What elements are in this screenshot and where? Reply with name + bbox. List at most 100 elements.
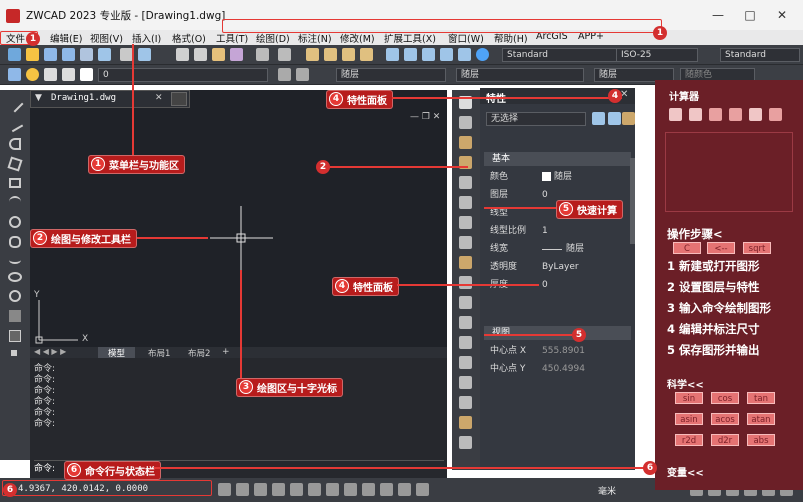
scale-icon[interactable]	[459, 236, 472, 249]
copy-icon[interactable]	[194, 48, 207, 61]
calc-asin-button[interactable]: asin	[675, 413, 703, 425]
close-tab-icon[interactable]: ✕	[155, 93, 163, 103]
trim-icon[interactable]	[459, 276, 472, 289]
section-basic[interactable]: 基本	[484, 152, 631, 166]
prop-row-center-x[interactable]: 中心点 X 555.8901	[484, 342, 631, 360]
calc-backspace-button[interactable]: <--	[707, 242, 735, 254]
zoom-realtime-icon[interactable]	[324, 48, 337, 61]
rotate-icon[interactable]	[459, 216, 472, 229]
calc-distance-icon[interactable]	[729, 108, 742, 121]
menu-tools[interactable]: 工具(T)	[216, 31, 248, 45]
properties-scrollbar[interactable]	[630, 158, 635, 244]
calc-c-button[interactable]: C	[673, 242, 701, 254]
tab-nav-icons[interactable]: ◀ ◀ ▶ ▶	[34, 347, 66, 356]
chamfer-icon[interactable]	[459, 356, 472, 369]
help-icon[interactable]	[476, 48, 489, 61]
layer-previous-icon[interactable]	[296, 68, 309, 81]
prop-row-transparency[interactable]: 透明度 ByLayer	[484, 258, 631, 276]
polyline-icon[interactable]	[9, 138, 21, 150]
rectangle-icon[interactable]	[9, 178, 21, 188]
new-tab-icon[interactable]	[171, 92, 187, 106]
color-combo[interactable]: 随层	[336, 68, 446, 82]
polar-icon[interactable]	[272, 483, 285, 496]
dim-style-combo[interactable]: ISO-25	[616, 48, 698, 62]
pan-icon[interactable]	[306, 48, 319, 61]
prop-row-color[interactable]: 颜色 随层	[484, 168, 631, 186]
layer-on-icon[interactable]	[26, 68, 39, 81]
copy-object-icon[interactable]	[459, 116, 472, 129]
make-block-icon[interactable]	[9, 330, 21, 342]
grid-icon[interactable]	[236, 483, 249, 496]
calc-r2d-button[interactable]: r2d	[675, 434, 703, 446]
calc-clear-icon[interactable]	[669, 108, 682, 121]
cut-icon[interactable]	[176, 48, 189, 61]
save-as-icon[interactable]	[62, 48, 75, 61]
add-layout-button[interactable]: +	[222, 347, 230, 357]
lengthen-icon[interactable]	[459, 436, 472, 449]
join-icon[interactable]	[459, 336, 472, 349]
ducs-icon[interactable]	[326, 483, 339, 496]
menu-arrow-icon[interactable]: ▼	[35, 93, 42, 103]
open-folder-icon[interactable]	[26, 48, 39, 61]
explode-icon[interactable]	[459, 396, 472, 409]
calc-get-coords-icon[interactable]	[709, 108, 722, 121]
break-icon[interactable]	[459, 316, 472, 329]
tpy-icon[interactable]	[380, 483, 393, 496]
arc-icon[interactable]	[9, 196, 21, 208]
menu-help[interactable]: 帮助(H)	[494, 31, 528, 45]
dyn-icon[interactable]	[344, 483, 357, 496]
design-center-icon[interactable]	[404, 48, 417, 61]
calc-sqrt-button[interactable]: sqrt	[743, 242, 771, 254]
zoom-previous-icon[interactable]	[360, 48, 373, 61]
paste-icon[interactable]	[212, 48, 225, 61]
array-icon[interactable]	[459, 176, 472, 189]
ellipse-arc-icon[interactable]	[9, 290, 21, 302]
calc-cos-button[interactable]: cos	[711, 392, 739, 404]
redo-icon[interactable]	[278, 48, 291, 61]
undo-icon[interactable]	[256, 48, 269, 61]
print-icon[interactable]	[80, 48, 93, 61]
layer-manager-icon[interactable]	[8, 68, 21, 81]
ellipse-icon[interactable]	[8, 272, 22, 282]
calc-atan-button[interactable]: atan	[747, 413, 775, 425]
construction-line-icon[interactable]	[6, 115, 24, 133]
calc-angle-icon[interactable]	[749, 108, 762, 121]
menu-modify[interactable]: 修改(M)	[340, 31, 375, 45]
menu-draw[interactable]: 绘图(D)	[256, 31, 290, 45]
menu-format[interactable]: 格式(O)	[172, 31, 206, 45]
revision-cloud-icon[interactable]	[9, 236, 21, 248]
make-current-layer-icon[interactable]	[278, 68, 291, 81]
menu-view[interactable]: 视图(V)	[90, 31, 123, 45]
new-file-icon[interactable]	[8, 48, 21, 61]
menu-insert[interactable]: 插入(I)	[132, 31, 161, 45]
layer-combo[interactable]: 0	[98, 68, 268, 82]
save-icon[interactable]	[44, 48, 57, 61]
calc-acos-button[interactable]: acos	[711, 413, 739, 425]
markup-icon[interactable]	[440, 48, 453, 61]
prop-row-ltscale[interactable]: 线型比例 1	[484, 222, 631, 240]
spline-icon[interactable]	[9, 256, 21, 264]
menu-dimension[interactable]: 标注(N)	[298, 31, 332, 45]
stretch-icon[interactable]	[459, 256, 472, 269]
point-icon[interactable]	[11, 350, 17, 356]
units-indicator[interactable]: 毫米	[598, 484, 616, 497]
document-tab-label[interactable]: Drawing1.dwg	[51, 93, 116, 103]
line-icon[interactable]	[6, 95, 24, 113]
quick-select-icon[interactable]	[622, 112, 635, 125]
print-preview-icon[interactable]	[98, 48, 111, 61]
menu-extend-tools[interactable]: 扩展工具(X)	[384, 31, 436, 45]
layer-lock-icon[interactable]	[62, 68, 75, 81]
calculator-icon[interactable]	[458, 48, 471, 61]
match-properties-icon[interactable]	[230, 48, 243, 61]
mirror-icon[interactable]	[459, 136, 472, 149]
viewport-controls[interactable]: — ❐ ✕	[410, 112, 444, 124]
calc-abs-button[interactable]: abs	[747, 434, 775, 446]
prop-row-lineweight[interactable]: 线宽 随层	[484, 240, 631, 258]
calc-d2r-button[interactable]: d2r	[711, 434, 739, 446]
menu-window[interactable]: 窗口(W)	[448, 31, 484, 45]
polygon-icon[interactable]	[7, 156, 23, 172]
edit-polyline-icon[interactable]	[459, 416, 472, 429]
selection-combo[interactable]: 无选择	[486, 112, 586, 126]
document-tab[interactable]: ▼ Drawing1.dwg ✕	[30, 90, 190, 108]
insert-block-icon[interactable]	[9, 310, 21, 322]
